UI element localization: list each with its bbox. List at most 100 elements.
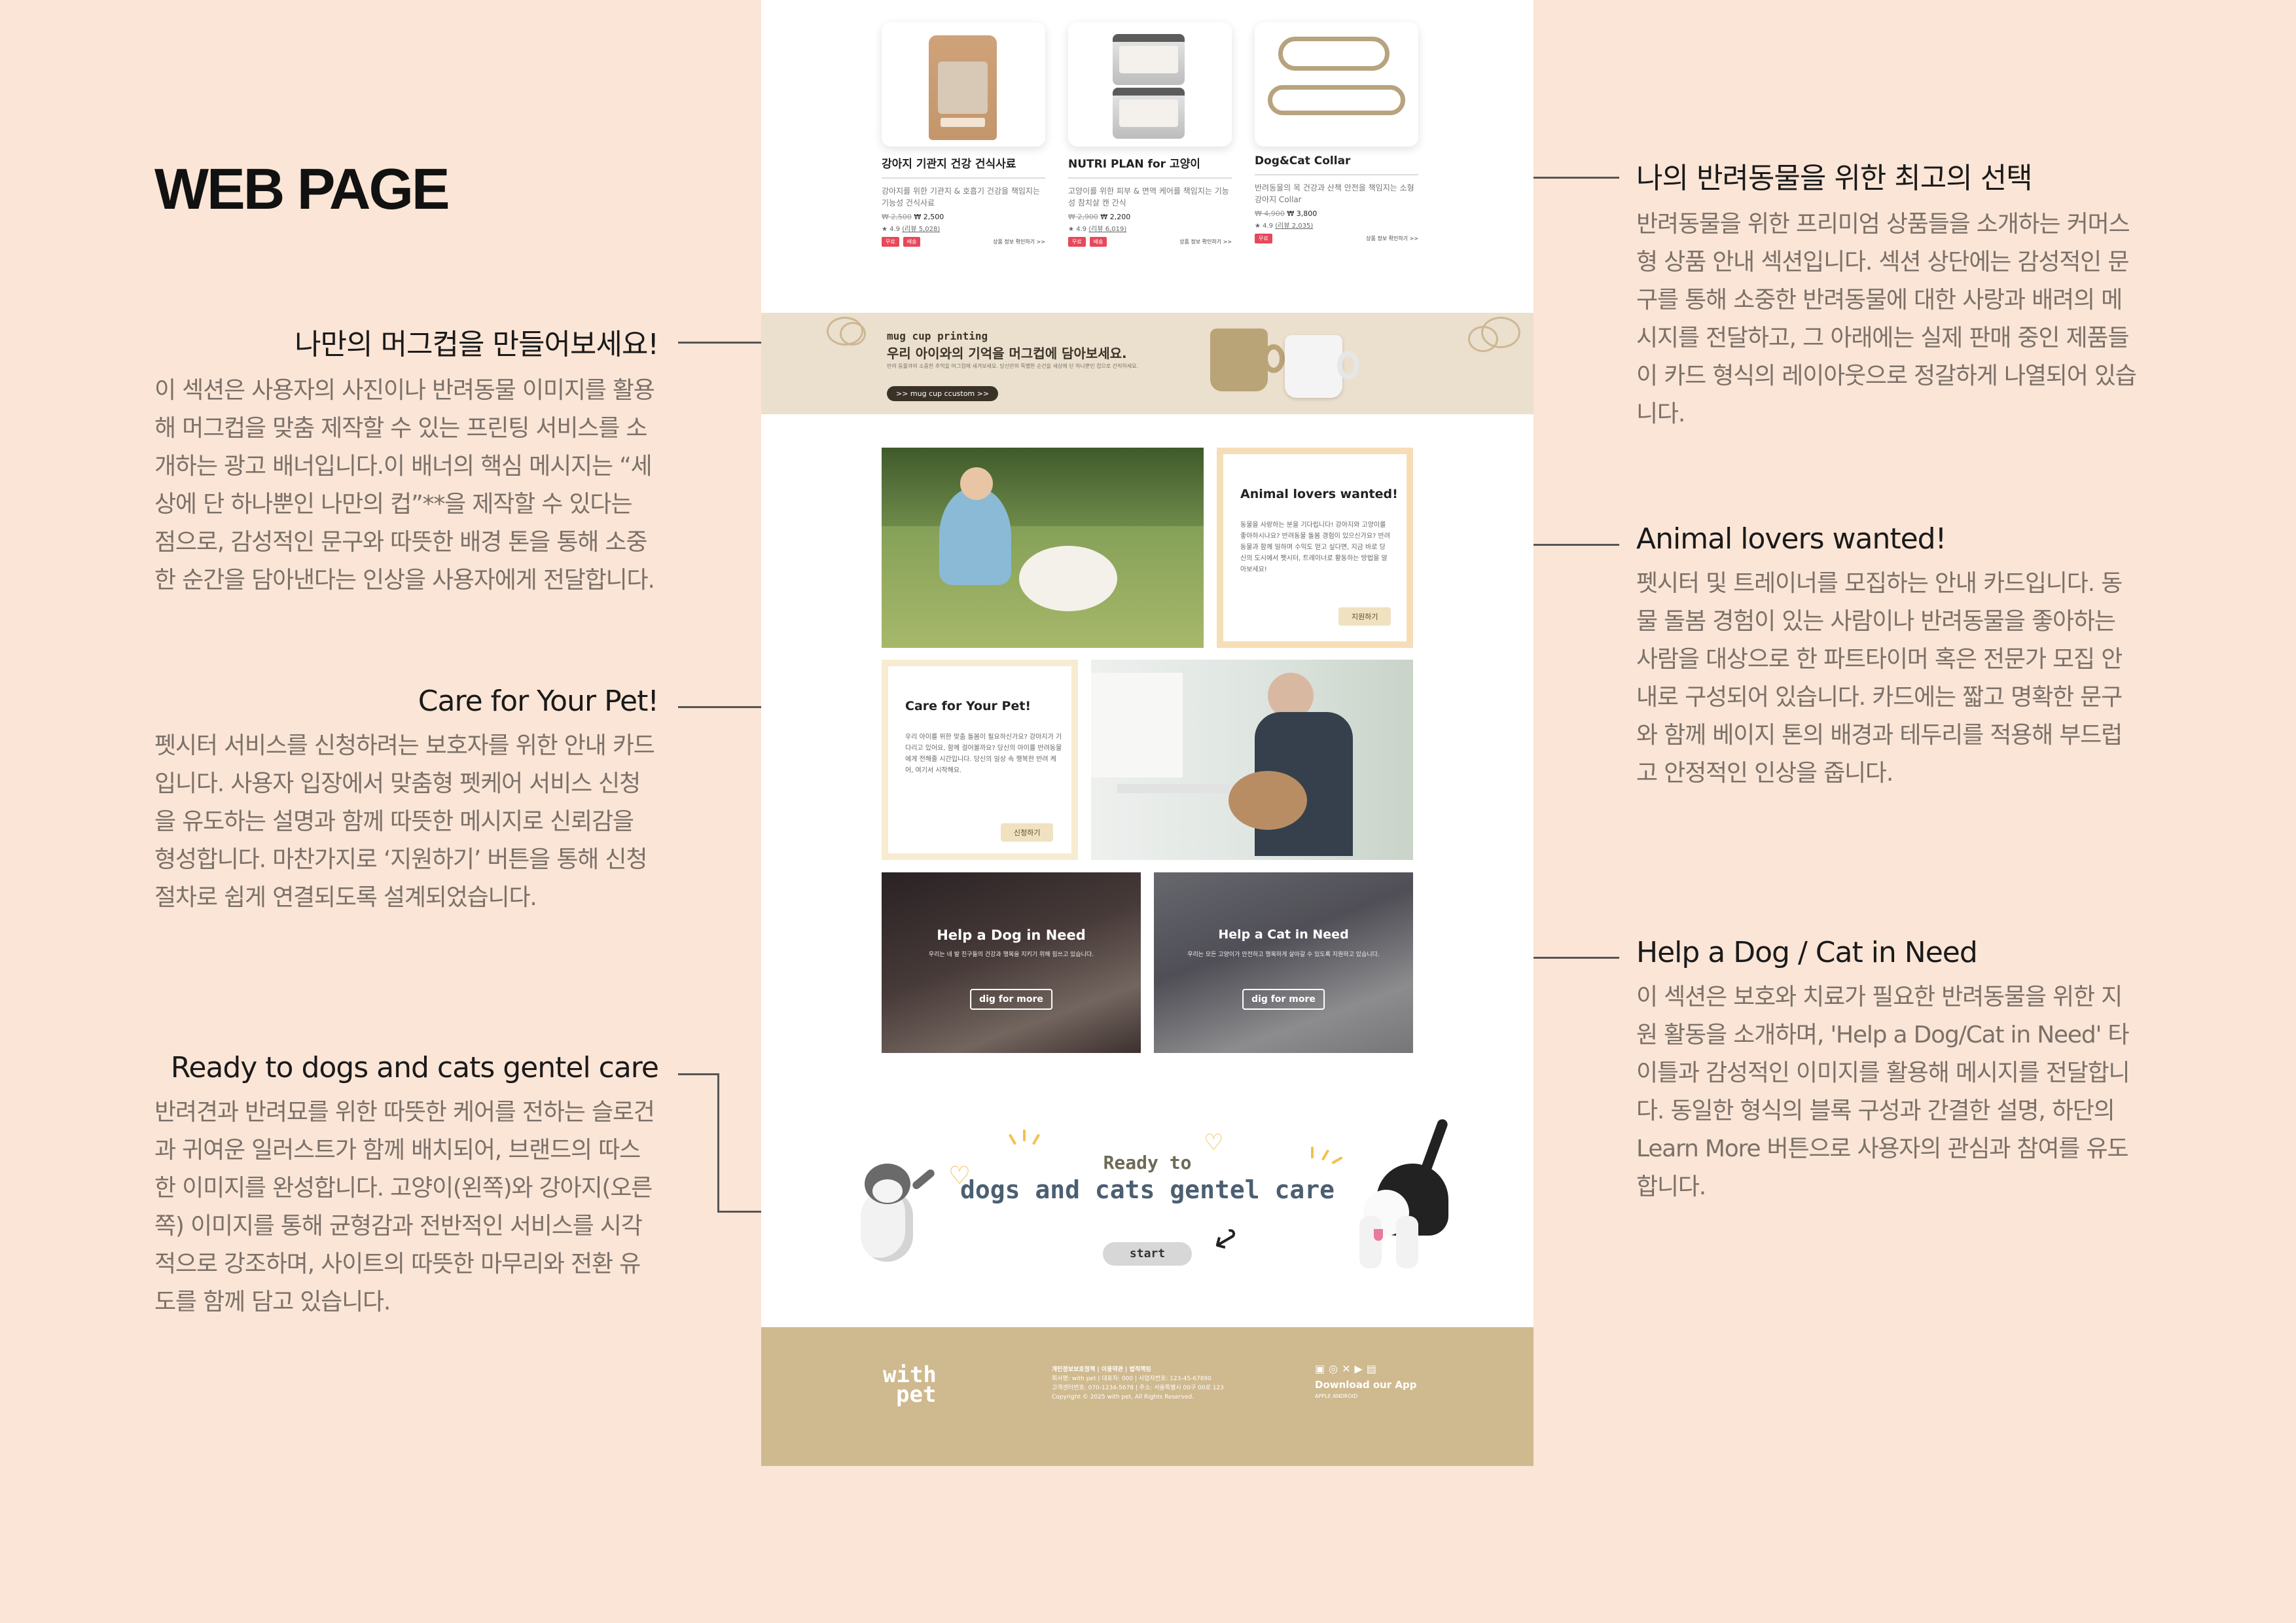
help-cat-card: Help a Cat in Need 우리는 모든 고양이가 안전하고 행복하게…: [1154, 872, 1413, 1053]
annotation-mug: 나만의 머그컵을 만들어보세요! 이 섹션은 사용자의 사진이나 반려동물 이미…: [154, 321, 659, 599]
annotation-care: Care for Your Pet! 펫시터 서비스를 신청하려는 보호자를 위…: [154, 685, 659, 917]
mug-image: [1285, 335, 1359, 398]
product-desc: 강아지를 위한 기관지 & 호흡기 건강을 책임지는 기능성 건식사료: [882, 187, 1041, 207]
footer-copyright: Copyright © 2025 with pet, All Rights Re…: [1052, 1394, 1194, 1400]
product-desc: 고양이를 위한 피부 & 면역 케어를 책임지는 기능성 참치살 캔 간식: [1068, 187, 1229, 207]
mug-banner-headline: 우리 아이와의 기억을 머그컵에 담아보세요.: [887, 346, 1127, 361]
product-rating: ★ 4.9: [1255, 223, 1274, 230]
product-more-link[interactable]: 상품 정보 확인하기 >>: [993, 238, 1045, 245]
blog-icon[interactable]: ▤: [1367, 1363, 1380, 1375]
ready-line1: Ready to: [1103, 1152, 1192, 1173]
annotation-lovers: Animal lovers wanted! 펫시터 및 트레이너를 모집하는 안…: [1636, 522, 2140, 793]
product-reviews[interactable]: (리뷰 5,028): [902, 226, 940, 233]
x-icon[interactable]: ✕: [1342, 1363, 1354, 1375]
product-tag: 무료: [1068, 237, 1086, 247]
annotation-best: 나의 반려동물을 위한 최고의 선택 반려동물을 위한 프리미엄 상품들을 소개…: [1636, 154, 2140, 433]
annotation-mug-body: 이 섹션은 사용자의 사진이나 반려동물 이미지를 활용해 머그컵을 맞춤 제작…: [154, 377, 655, 594]
help-dog-more-button[interactable]: dig for more: [970, 989, 1052, 1010]
product-price: ₩ 3,800: [1287, 209, 1318, 218]
mug-banner-eyebrow: mug cup printing: [887, 330, 988, 342]
annotation-mug-title: 나만의 머그컵을 만들어보세요!: [295, 328, 659, 361]
product-list: 강아지 기관지 건강 건식사료 강아지를 위한 기관지 & 호흡기 건강을 책임…: [882, 22, 1418, 247]
footer-app-download: ▣◎✕▶▤ Download our App APPLE ANDROID: [1315, 1363, 1417, 1399]
animal-lovers-title: Animal lovers wanted!: [1240, 487, 1398, 501]
product-old-price: ₩ 2,500: [882, 213, 912, 221]
footer-policy-links[interactable]: 개인정보보호정책 | 이용약관 | 법적책임: [1052, 1365, 1224, 1374]
annotation-lovers-title: Animal lovers wanted!: [1636, 522, 1946, 556]
product-price: ₩ 2,200: [1100, 213, 1131, 221]
request-button[interactable]: 신청하기: [1001, 823, 1054, 842]
product-price: ₩ 2,500: [914, 213, 944, 221]
product-more-link[interactable]: 상품 정보 확인하기 >>: [1366, 235, 1418, 242]
help-dog-title: Help a Dog in Need: [937, 927, 1086, 943]
annotation-care-body: 펫시터 서비스를 신청하려는 보호자를 위한 안내 카드입니다. 사용자 입장에…: [154, 732, 655, 911]
product-rating: ★ 4.9: [1068, 226, 1087, 233]
arrow-icon: ↩: [1205, 1217, 1247, 1262]
photo-woman-with-dog: [882, 448, 1204, 648]
product-card[interactable]: NUTRI PLAN for 고양이 고양이를 위한 피부 & 면역 케어를 책…: [1068, 22, 1232, 247]
youtube-icon[interactable]: ▶: [1355, 1363, 1367, 1375]
product-image-collar[interactable]: [1255, 22, 1418, 147]
product-name: Dog&Cat Collar: [1255, 154, 1351, 168]
annotation-ready-body: 반려견과 반려묘를 위한 따뜻한 케어를 전하는 슬로건과 귀여운 일러스트가 …: [154, 1099, 655, 1315]
help-dog-card: Help a Dog in Need 우리는 네 발 친구들의 건강과 행복을 …: [882, 872, 1141, 1053]
care-for-pet-title: Care for Your Pet!: [905, 699, 1031, 713]
product-name: 강아지 기관지 건강 건식사료: [882, 158, 1016, 171]
mug-custom-button[interactable]: >> mug cup ccustom >>: [887, 386, 999, 401]
download-app-label: Download our App: [1315, 1379, 1417, 1391]
web-page-mockup: 강아지 기관지 건강 건식사료 강아지를 위한 기관지 & 호흡기 건강을 책임…: [761, 0, 1534, 1466]
product-tag: 배송: [1089, 237, 1107, 247]
care-for-pet-card: Care for Your Pet! 우리 아이를 위한 맞춤 돌봄이 필요하신…: [882, 660, 1078, 860]
apply-button[interactable]: 지원하기: [1338, 607, 1391, 626]
annotation-lovers-body: 펫시터 및 트레이너를 모집하는 안내 카드입니다. 동물 돌봄 경험이 있는 …: [1636, 570, 2123, 787]
mug-banner: mug cup printing 우리 아이와의 기억을 머그컵에 담아보세요.…: [761, 313, 1534, 414]
product-old-price: ₩ 4,900: [1255, 209, 1285, 218]
annotation-ready-title: Ready to dogs and cats gentel care: [170, 1051, 659, 1084]
page-title: WEB PAGE: [154, 156, 450, 221]
product-old-price: ₩ 2,900: [1068, 213, 1098, 221]
footer: with pet 개인정보보호정책 | 이용약관 | 법적책임 회사명: wit…: [761, 1327, 1534, 1466]
app-store-links[interactable]: APPLE ANDROID: [1315, 1393, 1417, 1399]
connector-ready-vertical: [717, 1073, 719, 1212]
product-reviews[interactable]: (리뷰 6,019): [1088, 226, 1126, 233]
product-rating: ★ 4.9: [882, 226, 901, 233]
product-reviews[interactable]: (리뷰 2,035): [1275, 223, 1313, 230]
ready-line2: dogs and cats gentel care: [960, 1175, 1335, 1204]
product-image-cat-can[interactable]: [1068, 22, 1232, 147]
footer-logo[interactable]: with pet: [883, 1364, 937, 1406]
care-for-pet-body: 우리 아이를 위한 맞춤 돌봄이 필요하신가요? 강아지가 기다리고 있어요, …: [905, 734, 1062, 774]
help-dog-subtitle: 우리는 네 발 친구들의 건강과 행복을 지키기 위해 힘쓰고 있습니다.: [928, 952, 1094, 958]
connector-ready: [678, 1073, 719, 1075]
product-card[interactable]: 강아지 기관지 건강 건식사료 강아지를 위한 기관지 & 호흡기 건강을 책임…: [882, 22, 1045, 247]
annotation-help-body: 이 섹션은 보호와 치료가 필요한 반려동물을 위한 지원 활동을 소개하며, …: [1636, 984, 2130, 1200]
help-cat-title: Help a Cat in Need: [1218, 927, 1349, 942]
photo-man-with-dog: [1091, 660, 1413, 860]
annotation-care-title: Care for Your Pet!: [418, 685, 659, 718]
product-desc: 반려동물의 목 건강과 산책 안전을 책임지는 소형 강아지 Collar: [1255, 183, 1414, 204]
ready-section: ♡ ♡ Ready to dogs and cats gentel care s…: [761, 1092, 1534, 1308]
annotation-best-title: 나의 반려동물을 위한 최고의 선택: [1636, 162, 2033, 195]
product-tag: 무료: [882, 237, 899, 247]
product-tag: 배송: [903, 237, 921, 247]
footer-company-info: 회사명: with pet | 대표자: 000 | 사업자번호: 123-45…: [1052, 1376, 1211, 1382]
facebook-icon[interactable]: ▣: [1315, 1363, 1329, 1375]
product-name: NUTRI PLAN for 고양이: [1068, 158, 1200, 171]
annotation-help-title: Help a Dog / Cat in Need: [1636, 936, 1978, 969]
product-card[interactable]: Dog&Cat Collar 반려동물의 목 건강과 산책 안전을 책임지는 소…: [1255, 22, 1418, 243]
instagram-icon[interactable]: ◎: [1329, 1363, 1342, 1375]
product-image-dog-food[interactable]: [882, 22, 1045, 147]
product-tag: 무료: [1255, 234, 1272, 243]
footer-contact-info: 고객센터번호: 070-1234-5678 | 주소: 서울특별시 00구 00…: [1052, 1385, 1224, 1391]
animal-lovers-body: 동물을 사랑하는 분을 기다립니다! 강아지와 고양이를 좋아하시나요? 반려동…: [1240, 522, 1390, 573]
mug-image: [1210, 329, 1285, 391]
help-cat-subtitle: 우리는 모든 고양이가 안전하고 행복하게 살아갈 수 있도록 지원하고 있습니…: [1187, 952, 1380, 958]
annotation-help: Help a Dog / Cat in Need 이 섹션은 보호와 치료가 필…: [1636, 936, 2140, 1206]
mug-banner-body: 반려 동물과의 소중한 추억을 머그컵에 새겨보세요. 당신만의 특별한 순간을…: [887, 363, 1139, 369]
footer-links: 개인정보보호정책 | 이용약관 | 법적책임 회사명: with pet | 대…: [1052, 1365, 1224, 1402]
animal-lovers-card: Animal lovers wanted! 동물을 사랑하는 분을 기다립니다!…: [1217, 448, 1413, 648]
start-button[interactable]: start: [1103, 1242, 1192, 1266]
product-more-link[interactable]: 상품 정보 확인하기 >>: [1179, 238, 1232, 245]
annotation-ready: Ready to dogs and cats gentel care 반려견과 …: [154, 1051, 659, 1321]
annotation-best-body: 반려동물을 위한 프리미엄 상품들을 소개하는 커머스형 상품 안내 섹션입니다…: [1636, 211, 2137, 427]
help-cat-more-button[interactable]: dig for more: [1242, 989, 1325, 1010]
